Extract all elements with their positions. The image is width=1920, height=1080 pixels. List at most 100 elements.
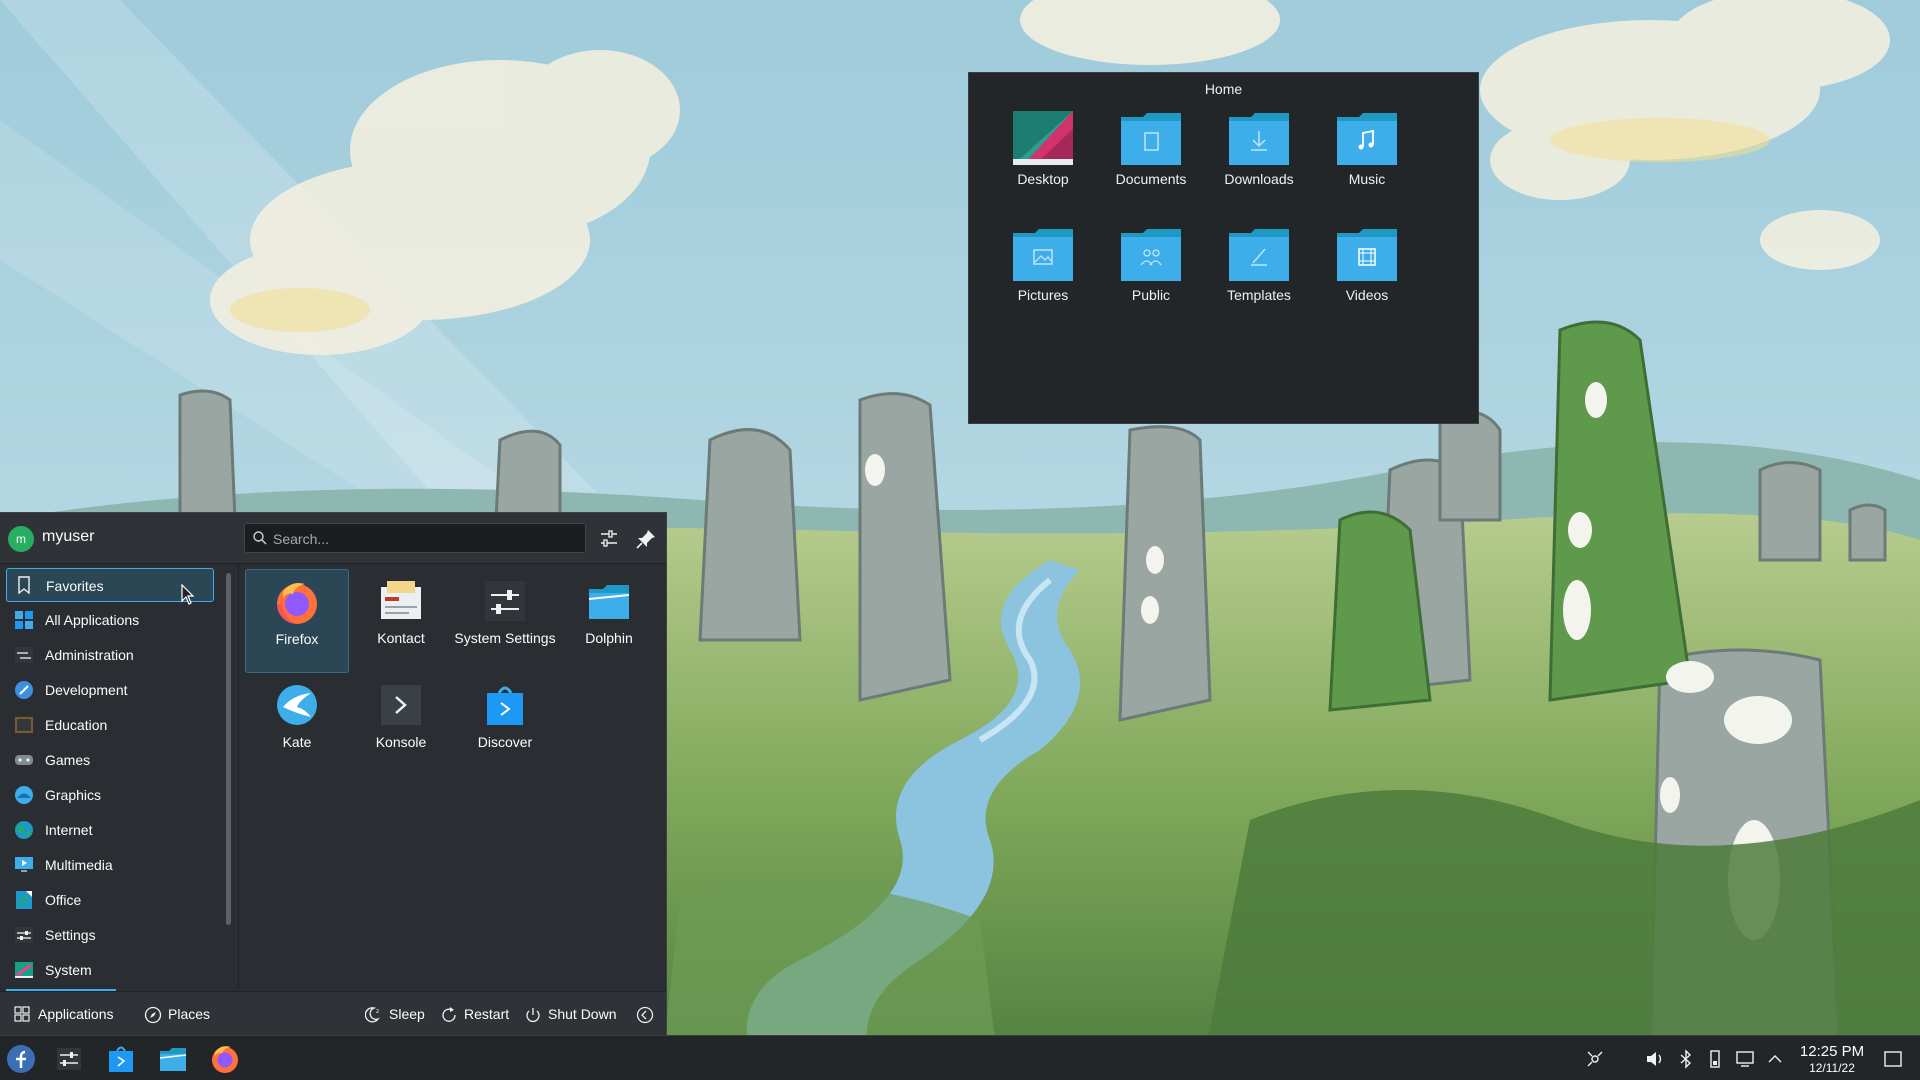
folder-item-documents[interactable]: Documents (1099, 103, 1203, 207)
button-label: Restart (464, 1006, 510, 1022)
clock-time[interactable]: 12:25 PM (1792, 1043, 1872, 1060)
system-settings-icon (485, 581, 525, 621)
restart-icon (442, 1007, 456, 1022)
app-kontact[interactable]: Kontact (349, 569, 453, 673)
firefox-task-icon[interactable] (208, 1042, 242, 1076)
avatar[interactable]: m (8, 526, 34, 552)
system-icon (15, 962, 33, 978)
discover-task-icon[interactable] (104, 1042, 138, 1076)
folder-item-label: Downloads (1224, 171, 1294, 187)
kontact-icon (381, 581, 421, 619)
category-label: Office (45, 892, 82, 908)
mouse-cursor-icon (181, 584, 195, 605)
category-system[interactable]: System (6, 953, 214, 987)
folder-item-templates[interactable]: Templates (1207, 219, 1311, 323)
svg-text:z: z (376, 1008, 379, 1015)
folder-item-downloads[interactable]: Downloads (1207, 103, 1311, 207)
folder-item-label: Templates (1227, 287, 1291, 303)
folder-documents-icon (1121, 113, 1181, 165)
dolphin-task-icon[interactable] (156, 1042, 190, 1076)
storage-device-icon[interactable] (1704, 1048, 1726, 1070)
display-icon[interactable] (1734, 1048, 1756, 1070)
settings-icon (15, 927, 33, 943)
show-desktop-icon[interactable] (1882, 1048, 1904, 1070)
konsole-icon (381, 685, 421, 725)
category-label: Administration (45, 647, 134, 663)
category-all-applications[interactable]: All Applications (6, 603, 214, 637)
bookmark-icon (18, 576, 30, 594)
category-scrollbar[interactable] (226, 573, 231, 925)
category-office[interactable]: Office (6, 883, 214, 917)
grid-icon (14, 1006, 30, 1022)
folder-item-desktop[interactable]: Desktop (991, 103, 1095, 207)
compass-icon (144, 1006, 162, 1024)
app-label: Firefox (275, 631, 319, 647)
button-label: Shut Down (548, 1006, 617, 1022)
category-list: Favorites All Applications Administratio… (0, 564, 226, 988)
clock-date[interactable]: 12/11/22 (1792, 1061, 1872, 1075)
firefox-icon (277, 583, 317, 624)
app-discover[interactable]: Discover (453, 673, 557, 777)
search-input[interactable] (271, 528, 575, 550)
category-label: Games (45, 752, 91, 768)
folder-item-label: Videos (1345, 287, 1389, 303)
folder-item-pictures[interactable]: Pictures (991, 219, 1095, 323)
folder-item-label: Music (1348, 171, 1386, 187)
category-label: All Applications (45, 612, 140, 628)
more-options-button[interactable] (636, 1004, 656, 1026)
network-manager-icon[interactable] (1584, 1048, 1606, 1070)
category-label: Multimedia (45, 857, 113, 873)
volume-icon[interactable] (1644, 1048, 1666, 1070)
folder-item-music[interactable]: Music (1315, 103, 1419, 207)
tab-label: Applications (38, 1006, 114, 1022)
tab-label: Places (168, 1006, 211, 1022)
app-label: System Settings (454, 630, 556, 646)
category-games[interactable]: Games (6, 743, 214, 777)
category-multimedia[interactable]: Multimedia (6, 848, 214, 882)
grid-icon (15, 611, 33, 629)
button-label: Sleep (389, 1006, 425, 1022)
settings-task-icon[interactable] (52, 1042, 86, 1076)
username: myuser (42, 528, 95, 545)
bluetooth-icon[interactable] (1675, 1048, 1697, 1070)
folder-item-label: Pictures (1017, 287, 1069, 303)
chevron-up-icon[interactable] (1764, 1048, 1786, 1070)
folder-item-label: Public (1131, 287, 1171, 303)
app-label: Kontact (377, 630, 425, 646)
folder-item-videos[interactable]: Videos (1315, 219, 1419, 323)
category-graphics[interactable]: Graphics (6, 778, 214, 812)
search-icon (253, 531, 267, 545)
app-label: Konsole (375, 734, 427, 750)
launcher-header: m myuser (0, 513, 666, 564)
category-label: Graphics (45, 787, 102, 803)
education-icon (15, 717, 33, 733)
app-konsole[interactable]: Konsole (349, 673, 453, 777)
gamepad-icon (15, 755, 33, 765)
app-label: Discover (477, 734, 533, 750)
app-system-settings[interactable]: System Settings (453, 569, 557, 673)
folder-item-public[interactable]: Public (1099, 219, 1203, 323)
configure-icon[interactable] (597, 527, 621, 551)
app-dolphin[interactable]: Dolphin (557, 569, 661, 673)
app-firefox[interactable]: Firefox (245, 569, 349, 673)
category-development[interactable]: Development (6, 673, 214, 707)
sleep-icon: z (365, 1007, 380, 1023)
search-field[interactable] (244, 523, 586, 553)
app-label: Dolphin (585, 630, 633, 646)
development-icon (15, 681, 33, 699)
discover-icon (487, 686, 523, 725)
launcher-footer: Applications Places z Sleep Restart Shut… (0, 991, 666, 1036)
category-internet[interactable]: Internet (6, 813, 214, 847)
fedora-launcher-icon[interactable] (4, 1042, 38, 1076)
graphics-icon (15, 786, 33, 804)
folder-downloads-icon (1229, 113, 1289, 165)
folder-item-label: Documents (1115, 171, 1187, 187)
category-settings[interactable]: Settings (6, 918, 214, 952)
globe-icon (15, 821, 33, 839)
category-administration[interactable]: Administration (6, 638, 214, 672)
favorites-grid: Firefox Kontact System Settings Dolphin … (240, 564, 665, 988)
app-kate[interactable]: Kate (245, 673, 349, 777)
category-education[interactable]: Education (6, 708, 214, 742)
folder-templates-icon (1229, 229, 1289, 281)
pin-icon[interactable] (634, 527, 658, 551)
